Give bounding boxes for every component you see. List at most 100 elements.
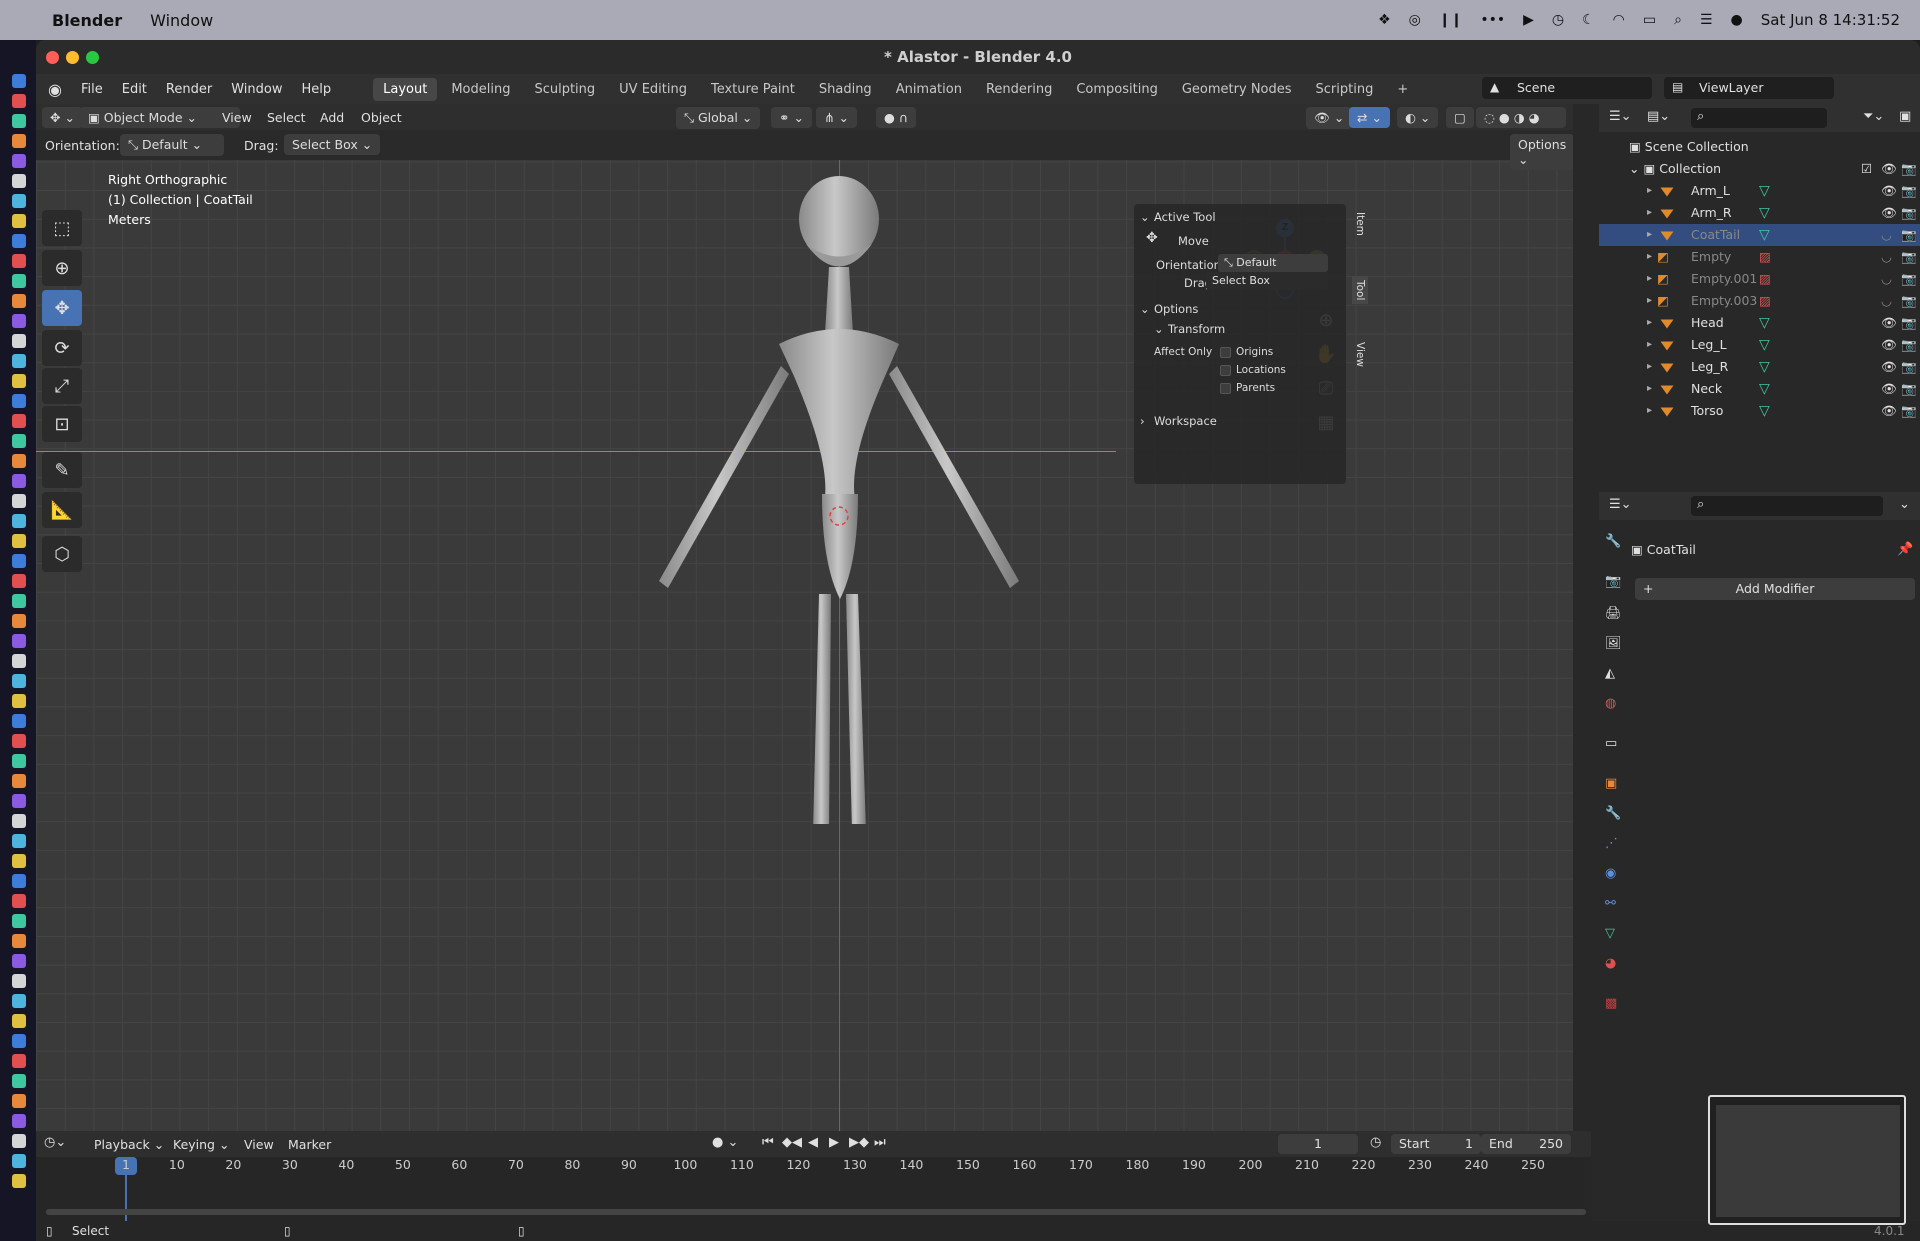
camera-icon[interactable]: 📷 xyxy=(1901,400,1917,422)
eye-icon[interactable]: 👁 xyxy=(1881,378,1897,400)
tab-layout[interactable]: Layout xyxy=(373,77,438,101)
arm-left-mesh[interactable] xyxy=(659,366,789,588)
dock-app-icon[interactable] xyxy=(12,674,26,688)
dock-app-icon[interactable] xyxy=(12,1154,26,1168)
outliner-item[interactable]: ▸ Torso ▽ 👁 📷 xyxy=(1599,400,1920,422)
creative-cloud-icon[interactable]: ◎ xyxy=(1409,12,1421,28)
proportional-editing-toggle[interactable]: ● ∩ xyxy=(876,107,917,128)
dock-app-icon[interactable] xyxy=(12,934,26,948)
locations-checkbox[interactable]: Locations xyxy=(1220,364,1286,376)
panel-orientation-selector[interactable]: ⤡ Default xyxy=(1218,254,1328,272)
dock-app-icon[interactable] xyxy=(12,534,26,548)
tab-shading[interactable]: Shading xyxy=(809,78,882,101)
tab-compositing[interactable]: Compositing xyxy=(1066,78,1168,101)
dock-app-icon[interactable] xyxy=(12,894,26,908)
snapping-toggle[interactable]: ⋔ ⌄ xyxy=(816,107,857,128)
dock-app-icon[interactable] xyxy=(12,574,26,588)
collection-render-icon[interactable]: 📷 xyxy=(1901,158,1917,180)
outliner-item[interactable]: ▸ ◩ Empty ▨ ◡ 📷 xyxy=(1599,246,1920,268)
menu-view[interactable]: View xyxy=(222,110,252,125)
pin-icon[interactable]: 📌 xyxy=(1897,542,1913,557)
rotate-tool[interactable]: ⟳ xyxy=(42,330,82,366)
add-modifier-button[interactable]: + Add Modifier xyxy=(1635,578,1915,600)
camera-icon[interactable]: 📷 xyxy=(1901,334,1917,356)
transform-orientation-selector[interactable]: ⤡ Global ⌄ xyxy=(676,107,761,129)
eye-icon[interactable]: 👁 xyxy=(1881,312,1897,334)
dock-app-icon[interactable] xyxy=(12,274,26,288)
mesh-data-icon[interactable]: ▽ xyxy=(1759,403,1770,419)
coattail-mesh[interactable] xyxy=(822,494,858,599)
tab-texture-paint[interactable]: Texture Paint xyxy=(701,78,805,101)
character-mesh[interactable] xyxy=(596,174,1116,824)
siri-icon[interactable]: ● xyxy=(1731,12,1743,28)
dock-app-icon[interactable] xyxy=(12,834,26,848)
outliner-item[interactable]: ▸ Head ▽ 👁 📷 xyxy=(1599,312,1920,334)
object-tab-icon[interactable]: ▣ xyxy=(1605,776,1617,791)
dock-app-icon[interactable] xyxy=(12,494,26,508)
menu-edit[interactable]: Edit xyxy=(122,82,147,97)
menu-help[interactable]: Help xyxy=(301,82,331,97)
dock-app-icon[interactable] xyxy=(12,254,26,268)
material-tab-icon[interactable]: ◕ xyxy=(1605,956,1616,971)
add-cube-tool[interactable]: ⬡ xyxy=(42,536,82,572)
outliner-item[interactable]: ▸ Arm_L ▽ 👁 📷 xyxy=(1599,180,1920,202)
options-header[interactable]: Options xyxy=(1154,302,1198,316)
time-machine-icon[interactable]: ◷ xyxy=(1552,12,1564,28)
mesh-data-icon[interactable]: ▽ xyxy=(1759,183,1770,199)
collapse-active-tool-icon[interactable]: ⌄ xyxy=(1140,210,1150,224)
scene-selector[interactable]: ▲ Scene xyxy=(1482,77,1652,99)
image-data-icon[interactable]: ▨ xyxy=(1759,249,1771,264)
properties-options-icon[interactable]: ⌄ xyxy=(1899,497,1910,512)
camera-icon[interactable]: 📷 xyxy=(1901,202,1917,224)
workspace-header[interactable]: Workspace xyxy=(1154,414,1217,428)
dock-app-icon[interactable] xyxy=(12,1114,26,1128)
app-menu[interactable]: Blender xyxy=(52,11,122,30)
tab-view[interactable]: View xyxy=(1354,342,1366,367)
view-layer-tab-icon[interactable]: 🖼 xyxy=(1605,636,1622,651)
camera-icon[interactable]: 📷 xyxy=(1901,312,1917,334)
wifi-icon[interactable]: ◠ xyxy=(1613,12,1625,28)
tab-uv-editing[interactable]: UV Editing xyxy=(609,78,697,101)
camera-icon[interactable]: 📷 xyxy=(1901,356,1917,378)
menu-file[interactable]: File xyxy=(81,82,103,97)
menu-object[interactable]: Object xyxy=(361,110,402,125)
3d-viewport[interactable]: ✥ ⌄ ▣ Object Mode ⌄ View Select Add Obje… xyxy=(36,104,1573,1171)
dock-app-icon[interactable] xyxy=(12,174,26,188)
dock-app-icon[interactable] xyxy=(12,1174,26,1188)
dock-app-icon[interactable] xyxy=(12,794,26,808)
expand-icon[interactable]: ▸ xyxy=(1647,356,1652,378)
dock-app-icon[interactable] xyxy=(12,774,26,788)
properties-search-input[interactable]: ⌕ xyxy=(1691,496,1883,516)
outliner-item[interactable]: ▸ Leg_L ▽ 👁 📷 xyxy=(1599,334,1920,356)
mesh-data-icon[interactable]: ▽ xyxy=(1759,227,1770,243)
eye-icon[interactable]: 👁 xyxy=(1881,202,1897,224)
outliner-item[interactable]: ▸ Arm_R ▽ 👁 📷 xyxy=(1599,202,1920,224)
modifier-tab-icon[interactable]: 🔧 xyxy=(1605,806,1621,821)
view-layer-selector[interactable]: ▤ ViewLayer xyxy=(1664,77,1834,99)
camera-icon[interactable]: 📷 xyxy=(1901,246,1917,268)
tab-animation[interactable]: Animation xyxy=(886,78,972,101)
minimize-window-button[interactable] xyxy=(66,51,79,64)
xray-toggle[interactable]: ▢ xyxy=(1446,107,1474,128)
expand-icon[interactable]: ▸ xyxy=(1647,202,1652,224)
torso-mesh[interactable] xyxy=(779,329,899,504)
outliner-editor-type-icon[interactable]: ☰⌄ xyxy=(1609,109,1632,124)
image-data-icon[interactable]: ▨ xyxy=(1759,293,1771,308)
outliner-item[interactable]: ▸ Leg_R ▽ 👁 📷 xyxy=(1599,356,1920,378)
dock-app-icon[interactable] xyxy=(12,1034,26,1048)
transform-header[interactable]: Transform xyxy=(1168,322,1225,336)
select-box-tool[interactable]: ⬚ xyxy=(42,210,82,246)
dock-app-icon[interactable] xyxy=(12,354,26,368)
leg-right-mesh[interactable] xyxy=(846,594,866,824)
menu-select[interactable]: Select xyxy=(267,110,306,125)
mode-selector[interactable]: ▣ Object Mode ⌄ xyxy=(80,107,240,128)
expand-icon[interactable]: ▸ xyxy=(1647,180,1652,202)
close-window-button[interactable] xyxy=(46,51,59,64)
sound-icon[interactable]: ❙❙ xyxy=(1439,12,1462,28)
dock-app-icon[interactable] xyxy=(12,814,26,828)
expand-icon[interactable]: ▸ xyxy=(1647,334,1652,356)
tab-scripting[interactable]: Scripting xyxy=(1306,78,1384,101)
expand-workspace-icon[interactable]: › xyxy=(1140,414,1145,428)
tab-sculpting[interactable]: Sculpting xyxy=(524,78,605,101)
dock-app-icon[interactable] xyxy=(12,994,26,1008)
